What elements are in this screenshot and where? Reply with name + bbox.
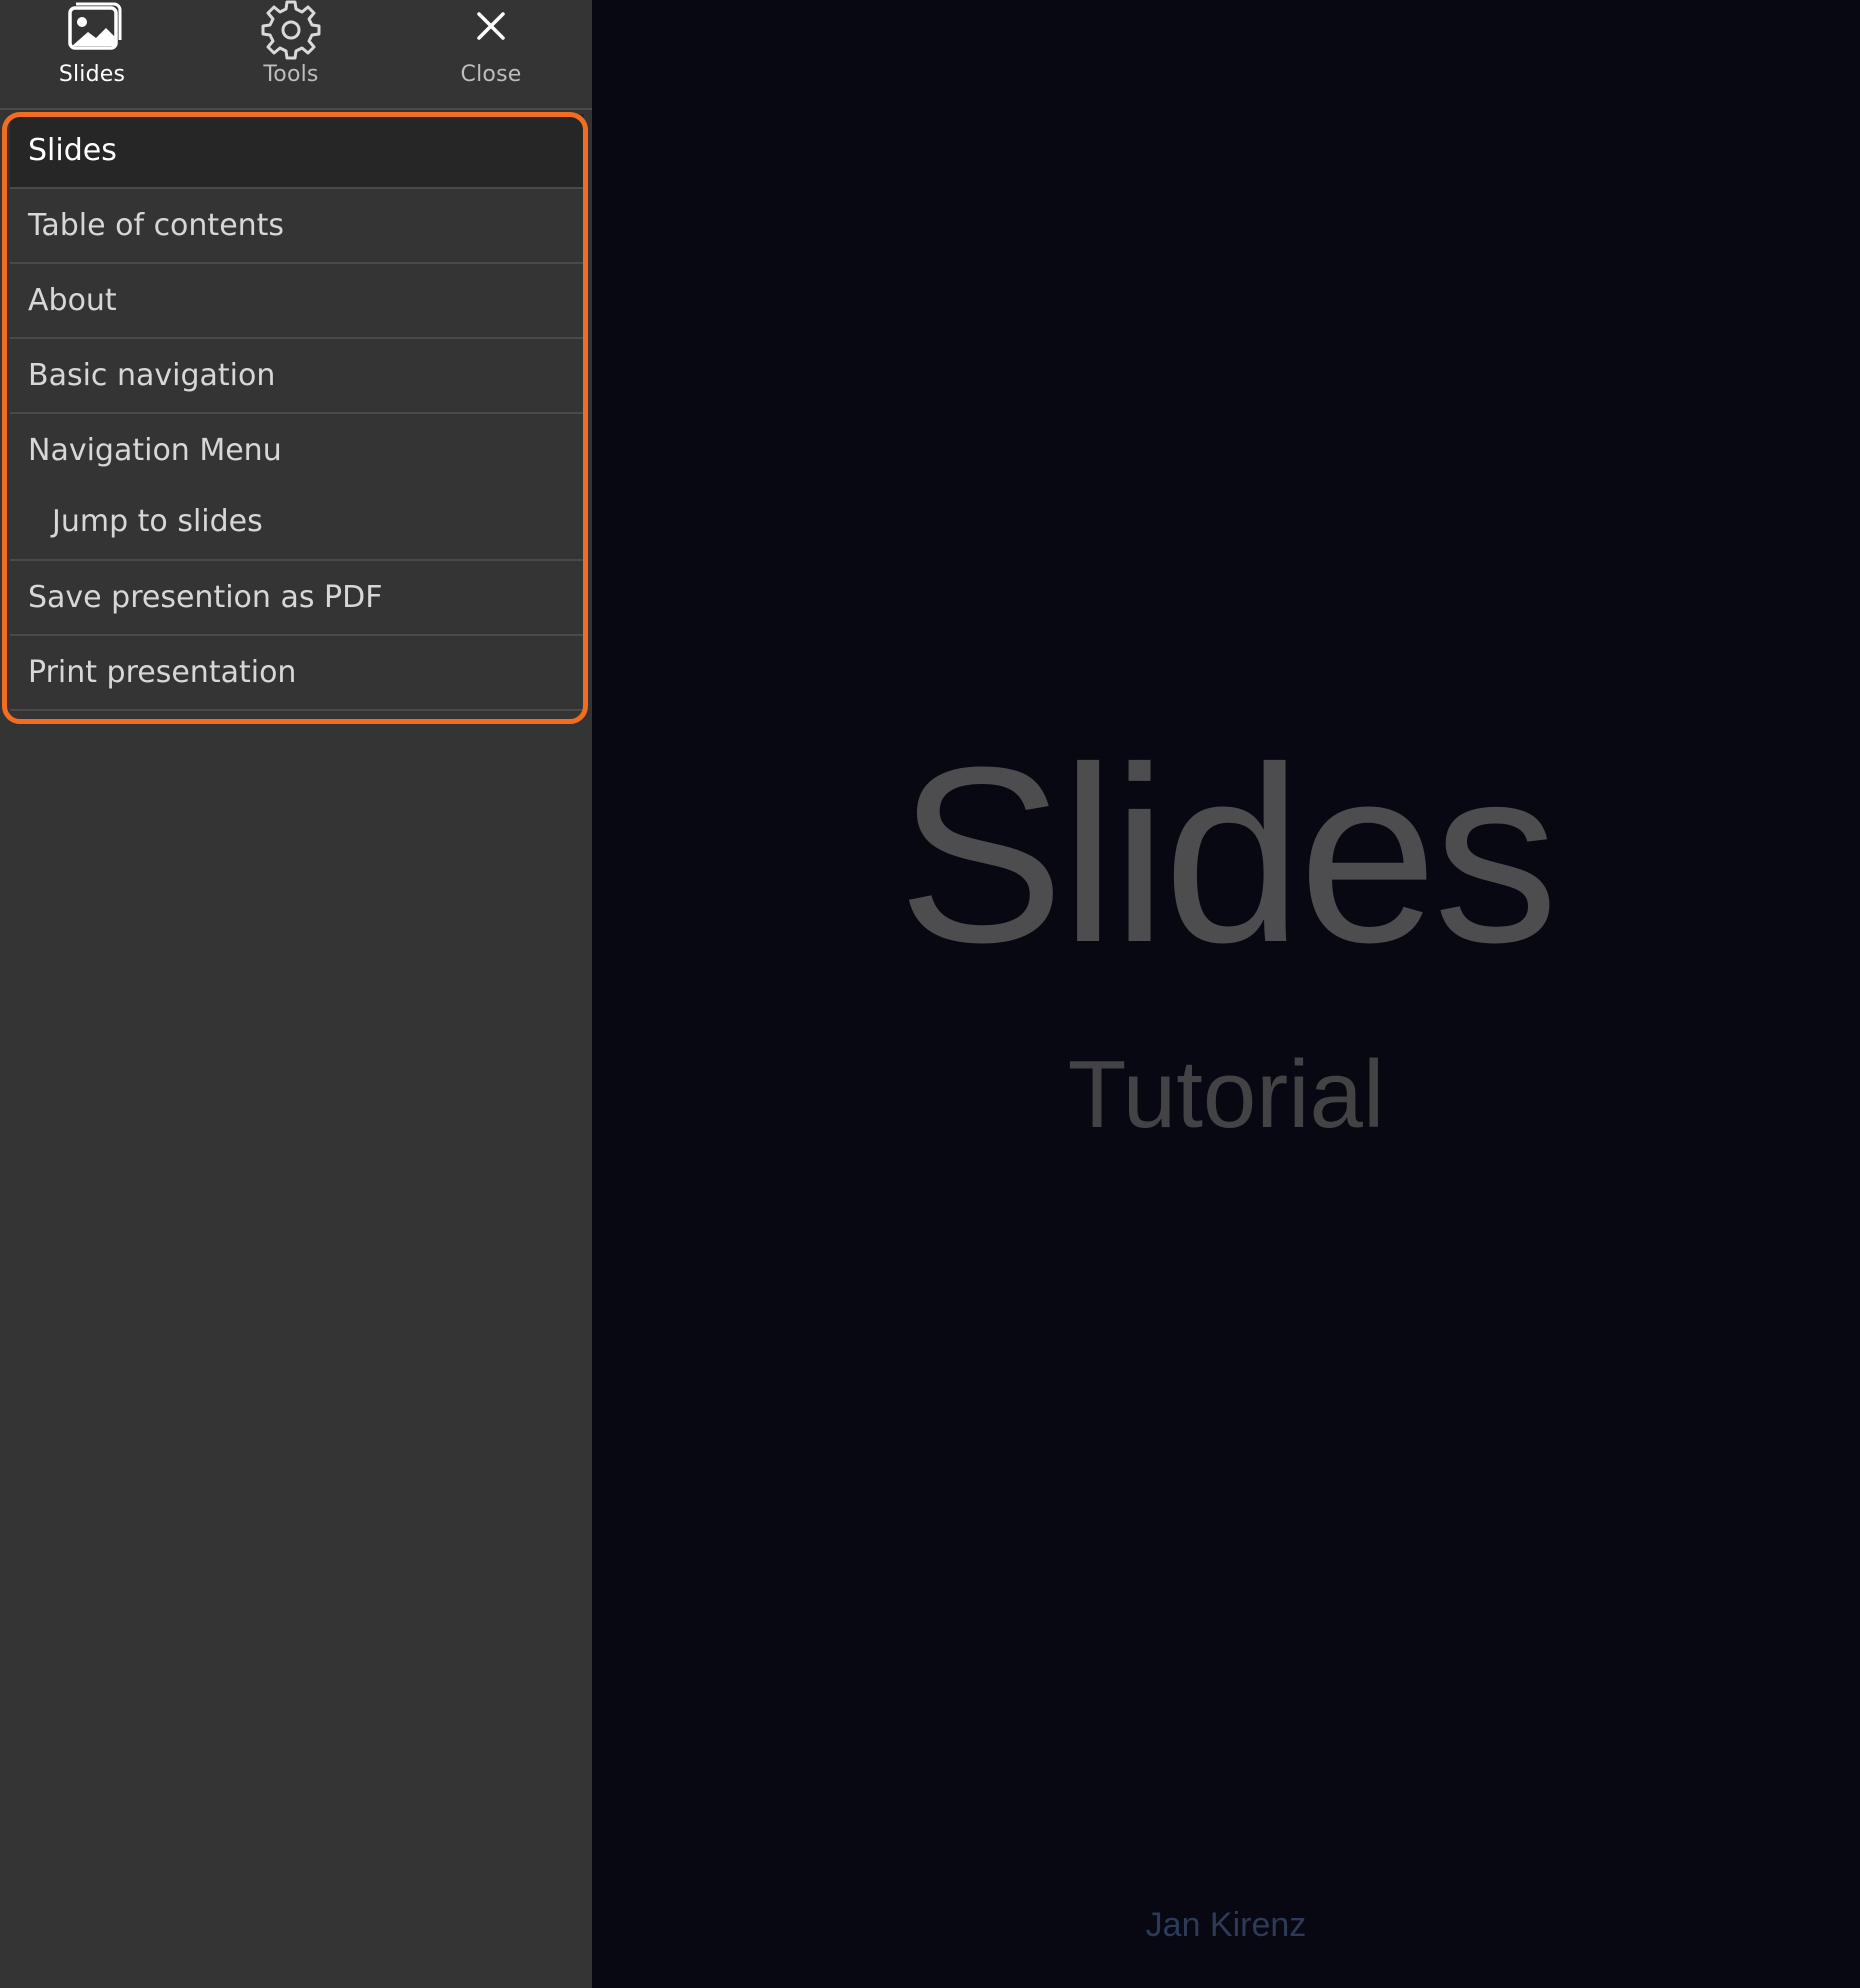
menu-item-save-pdf[interactable]: Save presention as PDF bbox=[10, 561, 584, 636]
menu-item-label: About bbox=[28, 283, 117, 318]
close-button[interactable]: Close bbox=[401, 0, 581, 108]
menu-item-label: Print presentation bbox=[28, 655, 297, 690]
slides-tab-label: Slides bbox=[58, 62, 126, 87]
menu-item-navigation-menu[interactable]: Navigation Menu Jump to slides bbox=[10, 414, 584, 561]
tools-tab[interactable]: Tools bbox=[201, 0, 381, 108]
image-icon bbox=[68, 2, 122, 50]
page: Slides Tools Close Slides Table of conte… bbox=[0, 0, 1860, 1988]
menu-item-label: Navigation Menu bbox=[28, 433, 282, 468]
slide-title: Slides bbox=[897, 715, 1559, 994]
menu-item-slides[interactable]: Slides bbox=[10, 114, 584, 189]
menu-item-print-presentation[interactable]: Print presentation bbox=[10, 636, 584, 711]
navigation-sidebar: Slides Tools Close Slides Table of conte… bbox=[0, 0, 592, 1988]
menu-item-table-of-contents[interactable]: Table of contents bbox=[10, 189, 584, 264]
slide-subtitle: Tutorial bbox=[1067, 1041, 1385, 1148]
slides-tab[interactable]: Slides bbox=[2, 0, 182, 108]
slide-author: Jan Kirenz bbox=[1145, 1906, 1307, 1944]
slide-menu-list: Slides Table of contents About Basic nav… bbox=[10, 114, 584, 711]
close-button-label: Close bbox=[460, 62, 522, 87]
close-icon bbox=[477, 12, 505, 40]
menu-item-label: Basic navigation bbox=[28, 358, 276, 393]
menu-item-basic-navigation[interactable]: Basic navigation bbox=[10, 339, 584, 414]
sidebar-toolbar: Slides Tools Close bbox=[0, 0, 592, 110]
gear-icon bbox=[261, 0, 321, 60]
menu-item-label: Table of contents bbox=[28, 208, 285, 243]
submenu-item-jump-to-slides[interactable]: Jump to slides bbox=[52, 485, 263, 558]
menu-item-label: Slides bbox=[28, 133, 117, 168]
slide-canvas[interactable]: Slides Tutorial Jan Kirenz bbox=[592, 0, 1860, 1988]
menu-item-label: Save presention as PDF bbox=[28, 580, 383, 615]
menu-item-about[interactable]: About bbox=[10, 264, 584, 339]
tools-tab-label: Tools bbox=[263, 62, 319, 87]
